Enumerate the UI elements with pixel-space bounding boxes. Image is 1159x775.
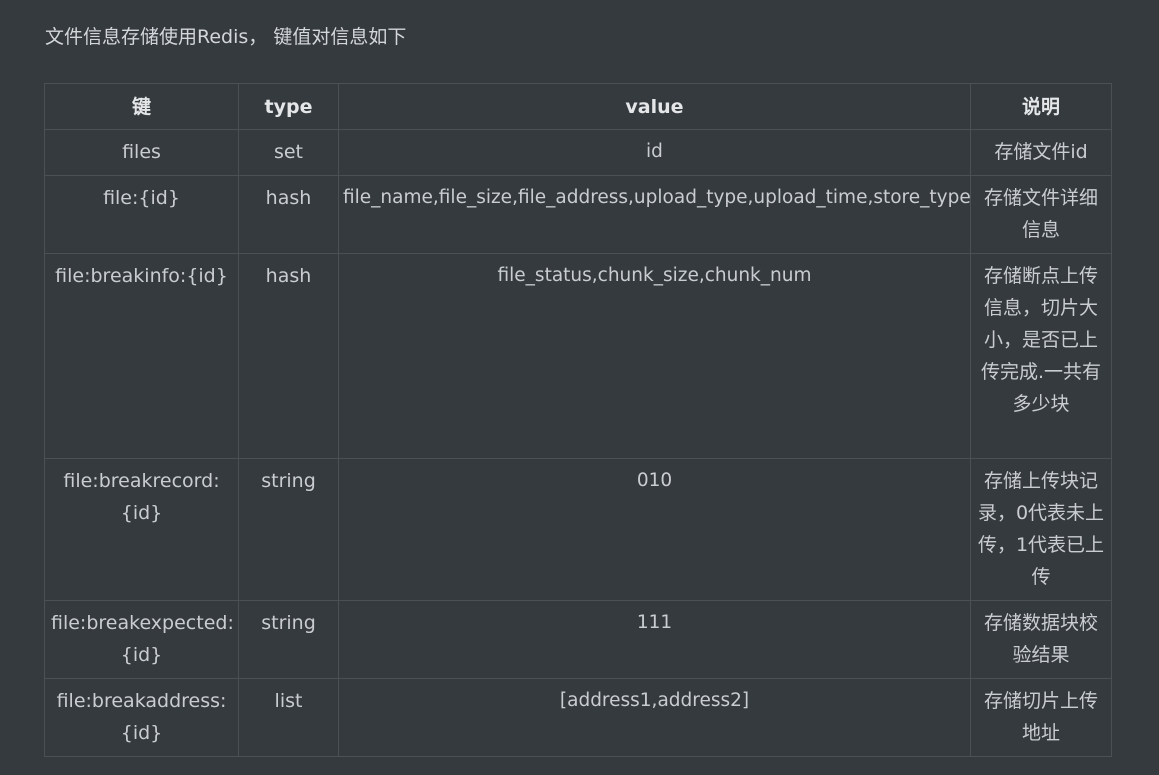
cell-type: string: [238, 600, 339, 679]
cell-key: file:breakinfo:{id}: [44, 253, 239, 459]
header-key: 键: [44, 83, 239, 130]
cell-key: file:breakexpected:{id}: [44, 600, 239, 679]
redis-key-table: 键 type value 说明 files set id 存储文件id file…: [44, 83, 1112, 757]
cell-type: set: [238, 129, 339, 176]
cell-value: file_name,file_size,file_address,upload_…: [338, 175, 971, 254]
cell-desc: 存储切片上传地址: [970, 678, 1112, 757]
cell-desc: 存储数据块校验结果: [970, 600, 1112, 679]
cell-type: hash: [238, 253, 339, 459]
table-row: file:breakinfo:{id} hash file_status,chu…: [44, 253, 1112, 459]
cell-type: hash: [238, 175, 339, 254]
cell-value: [address1,address2]: [338, 678, 971, 757]
cell-desc: 存储文件id: [970, 129, 1112, 176]
table-row: file:breakaddress:{id} list [address1,ad…: [44, 678, 1112, 757]
table-row: file:{id} hash file_name,file_size,file_…: [44, 175, 1112, 254]
cell-desc: 存储文件详细信息: [970, 175, 1112, 254]
cell-key: files: [44, 129, 239, 176]
header-desc: 说明: [970, 83, 1112, 130]
cell-desc: 存储断点上传信息，切片大小，是否已上传完成.一共有多少块: [970, 253, 1112, 459]
cell-value: 111: [338, 600, 971, 679]
table-row: file:breakexpected:{id} string 111 存储数据块…: [44, 600, 1112, 679]
intro-text: 文件信息存储使用Redis， 键值对信息如下: [45, 26, 407, 48]
cell-value: file_status,chunk_size,chunk_num: [338, 253, 971, 459]
table-row: files set id 存储文件id: [44, 129, 1112, 176]
table-row: file:breakrecord:{id} string 010 存储上传块记录…: [44, 458, 1112, 601]
cell-key: file:breakrecord:{id}: [44, 458, 239, 601]
cell-type: list: [238, 678, 339, 757]
header-type: type: [238, 83, 339, 130]
cell-value: id: [338, 129, 971, 176]
cell-key: file:breakaddress:{id}: [44, 678, 239, 757]
cell-key: file:{id}: [44, 175, 239, 254]
cell-value: 010: [338, 458, 971, 601]
table-header-row: 键 type value 说明: [44, 83, 1112, 130]
header-value: value: [338, 83, 971, 130]
cell-type: string: [238, 458, 339, 601]
cell-desc: 存储上传块记录，0代表未上传，1代表已上传: [970, 458, 1112, 601]
